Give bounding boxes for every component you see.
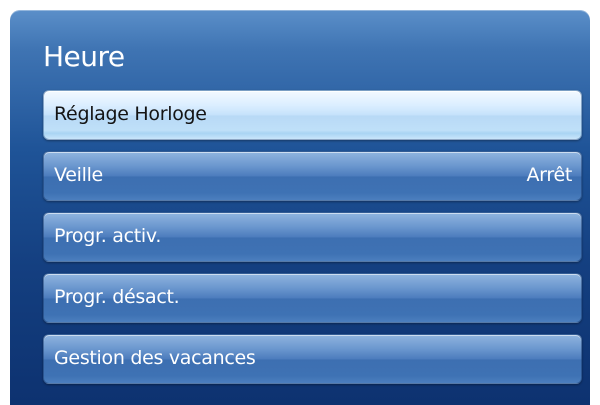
menu-item-label: Progr. activ. bbox=[54, 225, 162, 247]
menu-item-label: Progr. désact. bbox=[54, 286, 180, 308]
menu-title: Heure bbox=[43, 40, 125, 73]
menu-item-off-timer[interactable]: Progr. désact. bbox=[43, 273, 582, 323]
menu-item-label: Veille bbox=[54, 164, 103, 186]
menu-item-clock-setting[interactable]: Réglage Horloge bbox=[43, 90, 582, 140]
menu-item-label: Gestion des vacances bbox=[54, 347, 256, 369]
menu-item-on-timer[interactable]: Progr. activ. bbox=[43, 212, 582, 262]
menu-item-label: Réglage Horloge bbox=[54, 103, 207, 125]
menu-item-value: Arrêt bbox=[526, 164, 572, 186]
menu-item-sleep[interactable]: Veille Arrêt bbox=[43, 151, 582, 201]
time-menu-panel: Heure Réglage Horloge Veille Arrêt Progr… bbox=[10, 10, 590, 405]
menu-item-holiday-management[interactable]: Gestion des vacances bbox=[43, 334, 582, 384]
